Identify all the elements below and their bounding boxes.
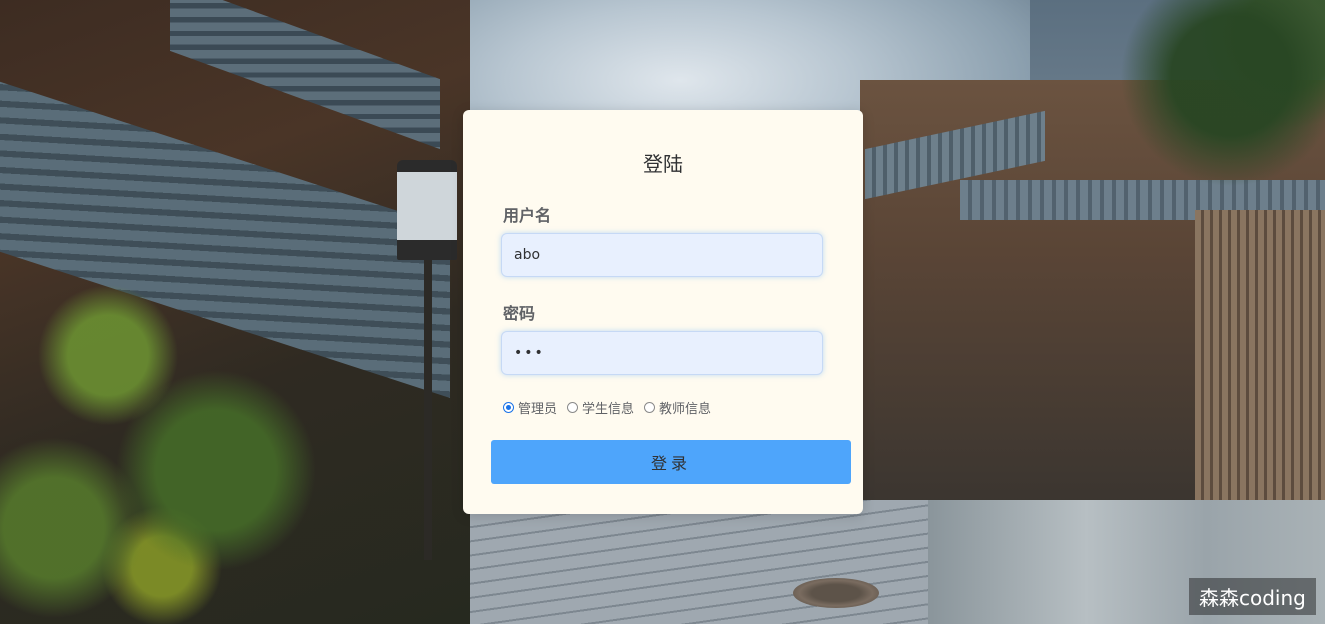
login-button[interactable]: 登录 [491,440,851,484]
tree [1090,0,1325,190]
radio-teacher-icon[interactable] [644,402,656,413]
lamp-post [424,260,432,560]
login-card: 登陆 用户名 密码 管理员 学生信息 教师信息 登录 [463,110,863,514]
manhole-cover [793,578,879,608]
street-lamp [397,160,457,260]
username-label: 用户名 [503,206,552,225]
stone-street [470,500,930,624]
radio-teacher[interactable]: 教师信息 [644,398,711,417]
login-title: 登陆 [643,152,683,176]
radio-teacher-label: 教师信息 [659,402,712,417]
radio-admin[interactable]: 管理员 [503,398,557,417]
watermark: 森森coding [1189,578,1316,615]
radio-admin-icon[interactable] [503,402,514,413]
role-radio-group: 管理员 学生信息 教师信息 [503,398,721,417]
password-label: 密码 [503,304,536,323]
username-input[interactable] [501,233,823,277]
greenery [0,240,360,624]
radio-student-label: 学生信息 [582,402,635,417]
radio-student-icon[interactable] [567,402,579,413]
password-input[interactable] [501,331,823,375]
radio-student[interactable]: 学生信息 [567,398,634,417]
bamboo-fence [1195,210,1325,510]
radio-admin-label: 管理员 [518,402,558,417]
